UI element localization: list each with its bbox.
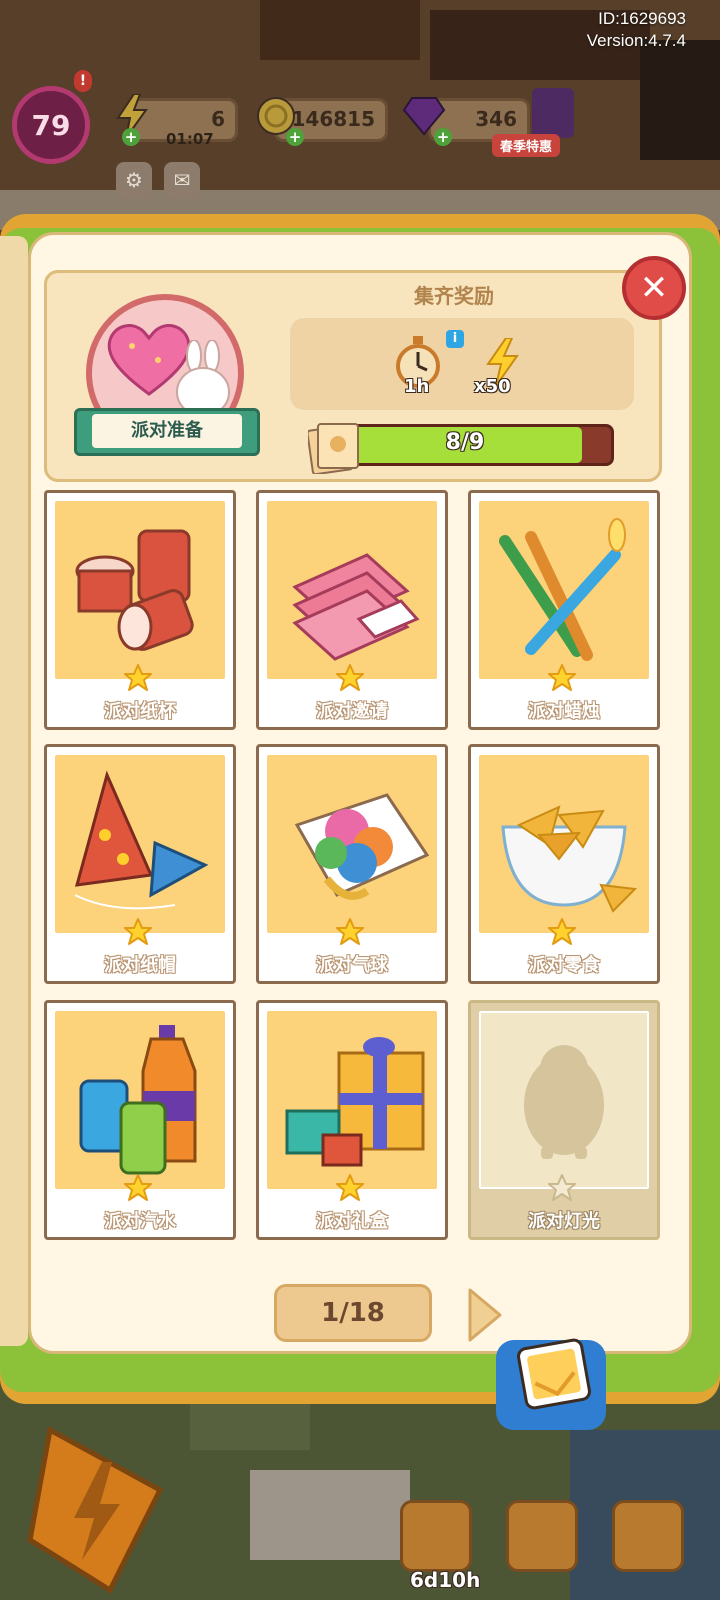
gem-add-icon[interactable]: + [434, 128, 452, 146]
card-art [479, 501, 649, 679]
card-name: 派对气球 [316, 955, 388, 976]
card-art [479, 1011, 649, 1189]
card-party-snacks[interactable]: 派对零食 [468, 744, 660, 984]
card-name: 派对蜡烛 [528, 701, 600, 722]
card-name: 派对礼盒 [316, 1211, 388, 1232]
close-button[interactable]: ✕ [622, 256, 686, 320]
card-party-balloons[interactable]: 派对气球 [256, 744, 448, 984]
card-party-hats[interactable]: 派对纸帽 [44, 744, 236, 984]
star-icon [124, 664, 152, 691]
card-name: 派对邀请 [316, 701, 388, 722]
card-name: 派对灯光 [528, 1211, 600, 1232]
card-art [267, 501, 437, 679]
mail-envelope-icon[interactable]: ✉ [164, 162, 200, 198]
build-id: ID:1629693 [598, 9, 686, 28]
card-art [479, 755, 649, 933]
coin-add-icon[interactable]: + [286, 128, 304, 146]
shop-sale-label[interactable]: 春季特惠 [492, 134, 561, 157]
card-art [55, 755, 225, 933]
mystery-star-button[interactable] [506, 1500, 578, 1572]
card-envelope-icon [517, 1338, 591, 1410]
card-name: 派对汽水 [104, 1211, 176, 1232]
card-party-cups[interactable]: 派对纸杯 [44, 490, 236, 730]
star-icon [124, 1174, 152, 1201]
gem-value: 346 [475, 107, 517, 131]
settings-gear-icon[interactable]: ⚙ [116, 162, 152, 198]
build-version: Version:4.7.4 [586, 31, 686, 50]
star-icon [124, 918, 152, 945]
empty-star-icon [548, 1174, 576, 1201]
energy-add-icon[interactable]: + [122, 128, 140, 146]
page-indicator: 1/18 [274, 1284, 432, 1342]
card-party-soda[interactable]: 派对汽水 [44, 1000, 236, 1240]
card-party-gift-boxes[interactable]: 派对礼盒 [256, 1000, 448, 1240]
star-icon [336, 1174, 364, 1201]
album-book-spine [0, 236, 28, 1346]
card-party-invitation[interactable]: 派对邀请 [256, 490, 448, 730]
card-art [267, 755, 437, 933]
star-icon [336, 918, 364, 945]
card-name: 派对纸杯 [104, 701, 176, 722]
card-name: 派对纸帽 [104, 955, 176, 976]
card-art [267, 1011, 437, 1189]
card-name: 派对零食 [528, 955, 600, 976]
set-progress-text: 8/9 [445, 430, 485, 455]
set-name: 派对准备 [92, 414, 242, 448]
energy-boost-icon[interactable] [20, 1420, 170, 1600]
coin-value: 146815 [291, 107, 376, 131]
star-icon [548, 664, 576, 691]
shop-gift-icon[interactable] [532, 88, 574, 138]
star-icon [336, 664, 364, 691]
energy-timer: 01:07 [166, 130, 214, 148]
info-icon[interactable]: i [446, 330, 464, 348]
page-label: 1/18 [321, 1298, 385, 1328]
event-cards-button[interactable] [400, 1500, 472, 1572]
energy-value: 6 [211, 107, 225, 131]
star-icon [548, 918, 576, 945]
card-art [55, 1011, 225, 1189]
card-party-lights[interactable]: 派对灯光 [468, 1000, 660, 1240]
level-alert-badge: ! [74, 70, 92, 92]
energy-reward-label: x50 [474, 376, 511, 397]
reward-title: 集齐奖励 [414, 284, 494, 308]
card-art [55, 501, 225, 679]
card-party-candles[interactable]: 派对蜡烛 [468, 490, 660, 730]
next-page-arrow-icon[interactable] [464, 1286, 504, 1344]
friends-button[interactable] [612, 1500, 684, 1572]
player-level-badge[interactable]: 79 [12, 86, 90, 164]
time-reward-label: 1h [404, 376, 430, 397]
player-level: 79 [31, 108, 71, 142]
build-info: ID:1629693 Version:4.7.4 [587, 8, 686, 52]
close-icon: ✕ [639, 268, 669, 308]
event-timer: 6d10h [410, 1568, 481, 1592]
